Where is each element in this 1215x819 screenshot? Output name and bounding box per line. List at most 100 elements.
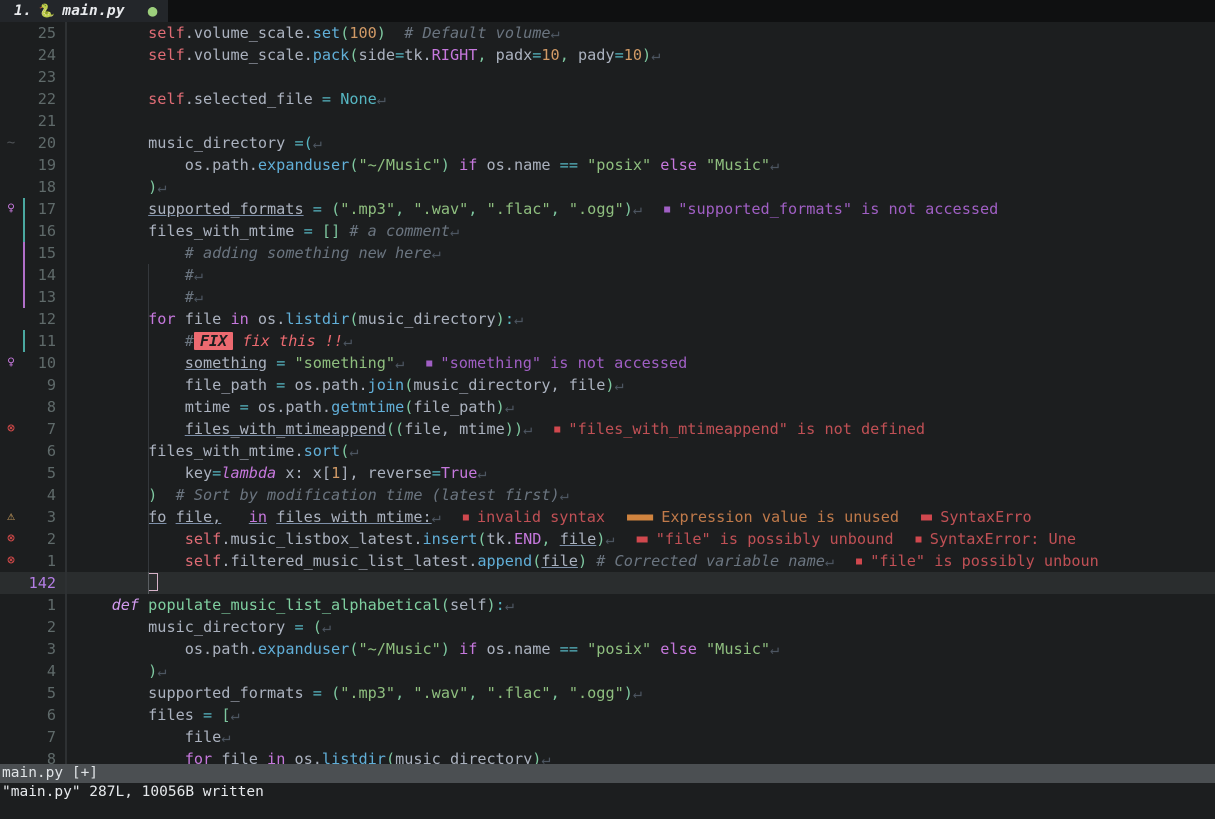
line-content[interactable]: mtime = os.path.getmtime(file_path)↵ [67, 396, 1215, 418]
line-content[interactable]: key=lambda x: x[1], reverse=True↵ [67, 462, 1215, 484]
code-token: ) [487, 596, 496, 614]
code-token [331, 90, 340, 108]
editor-line[interactable]: 22 self.selected_file = None↵ [0, 88, 1215, 110]
editor-line[interactable]: 14 #↵ [0, 264, 1215, 286]
editor-line[interactable]: 8 mtime = os.path.getmtime(file_path)↵ [0, 396, 1215, 418]
editor-line[interactable]: ⊗7 files_with_mtimeappend((file, mtime))… [0, 418, 1215, 440]
line-content[interactable]: file↵ [67, 726, 1215, 748]
editor-line[interactable]: 13 #↵ [0, 286, 1215, 308]
code-token: ( [313, 618, 322, 636]
editor-line[interactable]: 24 self.volume_scale.pack(side=tk.RIGHT,… [0, 44, 1215, 66]
error-sign-icon[interactable]: ⊗ [0, 550, 22, 572]
line-content[interactable]: files_with_mtime = [] # a comment↵ [67, 220, 1215, 242]
line-content[interactable]: os.path.expanduser("~/Music") if os.name… [67, 638, 1215, 660]
line-content[interactable]: supported_formats = (".mp3", ".wav", ".f… [67, 682, 1215, 704]
editor-line-current[interactable]: 142 [0, 572, 1215, 594]
code-token: file [185, 728, 222, 746]
editor-line[interactable]: 25 self.volume_scale.set(100) # Default … [0, 22, 1215, 44]
editor-line[interactable]: 15 # adding something new here↵ [0, 242, 1215, 264]
line-content[interactable]: self.volume_scale.set(100) # Default vol… [67, 22, 1215, 44]
editor-line[interactable]: 21 [0, 110, 1215, 132]
git-sign-column [22, 154, 27, 176]
code-token [313, 222, 322, 240]
editor-line[interactable]: 4 ) # Sort by modification time (latest … [0, 484, 1215, 506]
editor-line[interactable]: 4 )↵ [0, 660, 1215, 682]
line-content[interactable]: self.filtered_music_list_latest.append(f… [67, 550, 1215, 572]
code-token [267, 354, 276, 372]
editor-line[interactable]: 5 supported_formats = (".mp3", ".wav", "… [0, 682, 1215, 704]
line-content[interactable]: # adding something new here↵ [67, 242, 1215, 264]
line-content[interactable]: #↵ [67, 286, 1215, 308]
code-token: END [514, 530, 541, 548]
fold-tilde-icon[interactable]: ~ [0, 132, 22, 154]
hint-lightbulb-icon[interactable]: ♀ [0, 198, 22, 220]
editor-buffer[interactable]: 25 self.volume_scale.set(100) # Default … [0, 22, 1215, 764]
code-token: file_path [185, 376, 276, 394]
line-content[interactable]: files = [↵ [67, 704, 1215, 726]
editor-line[interactable]: ⊗2 self.music_listbox_latest.insert(tk.E… [0, 528, 1215, 550]
code-token [212, 706, 221, 724]
editor-line[interactable]: ⚠3 fo file, in files with mtime:↵■ inval… [0, 506, 1215, 528]
editor-line[interactable]: ♀10 something = "something"↵■ "something… [0, 352, 1215, 374]
line-number: 13 [27, 286, 65, 308]
line-content[interactable]: )↵ [67, 176, 1215, 198]
editor-line[interactable]: 18 )↵ [0, 176, 1215, 198]
line-content[interactable]: files_with_mtimeappend((file, mtime))↵■ … [67, 418, 1215, 440]
editor-line[interactable]: 12 for file in os.listdir(music_director… [0, 308, 1215, 330]
tab-main-py[interactable]: 1. 🐍 main.py ● [0, 0, 168, 22]
editor-line[interactable]: 23 [0, 66, 1215, 88]
line-content[interactable]: music_directory =(↵ [67, 132, 1215, 154]
editor-line[interactable]: 5 key=lambda x: x[1], reverse=True↵ [0, 462, 1215, 484]
code-token: # [185, 288, 194, 306]
line-content[interactable] [67, 66, 1215, 88]
editor-line[interactable]: 6 files = [↵ [0, 704, 1215, 726]
editor-line[interactable]: 8 for file in os.listdir(music_directory… [0, 748, 1215, 764]
editor-line[interactable]: 6 files_with_mtime.sort(↵ [0, 440, 1215, 462]
editor-line[interactable]: ⊗1 self.filtered_music_list_latest.appen… [0, 550, 1215, 572]
line-content[interactable] [67, 110, 1215, 132]
line-number: 1 [27, 594, 65, 616]
line-content[interactable] [67, 572, 1215, 594]
code-token: , [468, 684, 486, 702]
editor-line[interactable]: ♀17 supported_formats = (".mp3", ".wav",… [0, 198, 1215, 220]
line-content[interactable]: )↵ [67, 660, 1215, 682]
error-sign-icon[interactable]: ⊗ [0, 528, 22, 550]
code-token: ↵ [322, 618, 331, 636]
editor-line[interactable]: 1 def populate_music_list_alphabetical(s… [0, 594, 1215, 616]
error-sign-icon[interactable]: ⊗ [0, 418, 22, 440]
line-content[interactable]: supported_formats = (".mp3", ".wav", ".f… [67, 198, 1215, 220]
sign-column [0, 66, 22, 88]
editor-line[interactable]: 19 os.path.expanduser("~/Music") if os.n… [0, 154, 1215, 176]
line-content[interactable]: for file in os.listdir(music_directory)↵ [67, 748, 1215, 764]
line-content[interactable]: music_directory = (↵ [67, 616, 1215, 638]
git-sign-add [22, 286, 27, 308]
line-number: 8 [27, 748, 65, 764]
line-content[interactable]: os.path.expanduser("~/Music") if os.name… [67, 154, 1215, 176]
line-content[interactable]: def populate_music_list_alphabetical(sel… [67, 594, 1215, 616]
editor-line[interactable]: ~20 music_directory =(↵ [0, 132, 1215, 154]
line-content[interactable]: self.volume_scale.pack(side=tk.RIGHT, pa… [67, 44, 1215, 66]
code-token [139, 596, 148, 614]
code-token: , [395, 684, 413, 702]
code-token: ( [349, 310, 358, 328]
neovim-window: 1. 🐍 main.py ● 25 self.volume_scale.set(… [0, 0, 1215, 819]
hint-lightbulb-icon[interactable]: ♀ [0, 352, 22, 374]
line-content[interactable]: #↵ [67, 264, 1215, 286]
editor-line[interactable]: 3 os.path.expanduser("~/Music") if os.na… [0, 638, 1215, 660]
editor-line[interactable]: 16 files_with_mtime = [] # a comment↵ [0, 220, 1215, 242]
line-content[interactable]: self.music_listbox_latest.insert(tk.END,… [67, 528, 1215, 550]
line-content[interactable]: self.selected_file = None↵ [67, 88, 1215, 110]
warning-sign-icon[interactable]: ⚠ [0, 506, 22, 528]
line-number: 23 [27, 66, 65, 88]
line-content[interactable]: fo file, in files with mtime:↵■ invalid … [67, 506, 1215, 528]
editor-line[interactable]: 7 file↵ [0, 726, 1215, 748]
line-content[interactable]: something = "something"↵■ "something" is… [67, 352, 1215, 374]
line-content[interactable]: ) # Sort by modification time (latest fi… [67, 484, 1215, 506]
line-content[interactable]: file_path = os.path.join(music_directory… [67, 374, 1215, 396]
line-content[interactable]: #FIX fix this !!↵ [67, 330, 1215, 352]
line-content[interactable]: for file in os.listdir(music_directory):… [67, 308, 1215, 330]
editor-line[interactable]: 2 music_directory = (↵ [0, 616, 1215, 638]
line-content[interactable]: files_with_mtime.sort(↵ [67, 440, 1215, 462]
editor-line[interactable]: 9 file_path = os.path.join(music_directo… [0, 374, 1215, 396]
editor-line[interactable]: 11 #FIX fix this !!↵ [0, 330, 1215, 352]
